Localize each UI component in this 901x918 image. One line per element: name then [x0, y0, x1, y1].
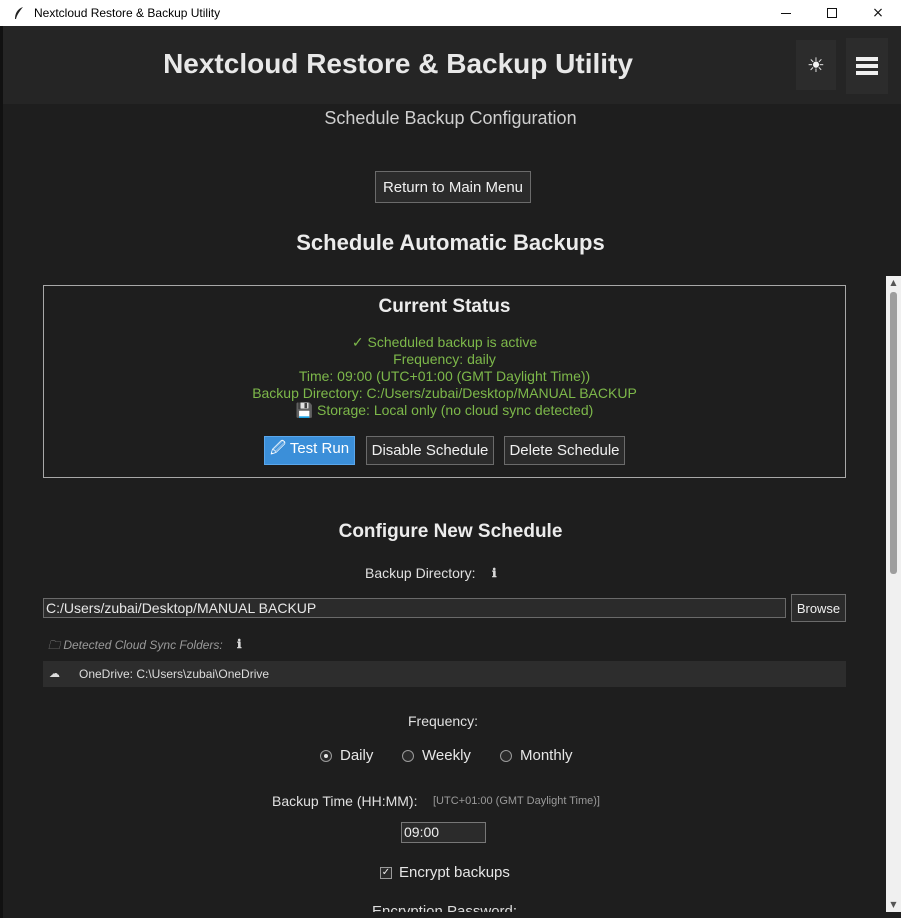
scrollbar-thumb[interactable] — [890, 292, 897, 574]
frequency-weekly-radio[interactable]: Weekly — [402, 747, 471, 764]
minimize-button[interactable] — [763, 0, 809, 26]
status-directory: Backup Directory: C:/Users/zubai/Desktop… — [252, 385, 637, 401]
checkmark-icon: ✓ — [380, 866, 392, 879]
scroll-down-icon[interactable]: ▼ — [886, 898, 901, 912]
close-button[interactable]: × — [855, 0, 901, 26]
status-frequency: Frequency: daily — [393, 351, 496, 367]
frequency-daily-radio[interactable]: Daily — [320, 747, 373, 764]
cloud-icon: ☁ — [49, 667, 60, 680]
scroll-up-icon[interactable]: ▲ — [886, 276, 901, 290]
sun-icon: ☀ — [807, 53, 825, 77]
app-header: Nextcloud Restore & Backup Utility ☀ — [3, 26, 901, 104]
cloud-folder-item[interactable]: ☁ OneDrive: C:\Users\zubai\OneDrive — [43, 661, 846, 687]
current-status-panel: Current Status ✓ Scheduled backup is act… — [43, 285, 846, 478]
return-main-menu-button[interactable]: Return to Main Menu — [375, 171, 531, 203]
status-time: Time: 09:00 (UTC+01:00 (GMT Daylight Tim… — [298, 368, 591, 384]
cloud-folders-label: 🗀 Detected Cloud Sync Folders: — [48, 638, 223, 652]
timezone-note: [UTC+01:00 (GMT Daylight Time)] — [433, 795, 600, 807]
hamburger-icon — [856, 54, 878, 78]
radio-label: Daily — [340, 747, 374, 764]
theme-toggle-button[interactable]: ☀ — [796, 40, 836, 90]
info-icon[interactable]: ℹ — [492, 566, 497, 580]
backup-time-input[interactable]: 09:00 — [401, 822, 486, 843]
status-title: Current Status — [378, 296, 511, 317]
status-active: ✓ Scheduled backup is active — [351, 334, 538, 350]
radio-icon — [402, 749, 414, 762]
menu-button[interactable] — [846, 38, 888, 94]
page-subtitle: Schedule Backup Configuration — [324, 108, 577, 128]
backup-directory-input[interactable]: C:/Users/zubai/Desktop/MANUAL BACKUP — [43, 598, 786, 618]
configure-schedule-title: Configure New Schedule — [338, 521, 563, 542]
maximize-button[interactable] — [809, 0, 855, 26]
status-storage: 💾 Storage: Local only (no cloud sync det… — [295, 402, 594, 418]
disable-schedule-button[interactable]: Disable Schedule — [366, 436, 494, 465]
cloud-folder-path: OneDrive: C:\Users\zubai\OneDrive — [79, 667, 270, 681]
maximize-icon — [827, 8, 837, 18]
feather-icon — [12, 6, 26, 20]
app-title: Nextcloud Restore & Backup Utility — [163, 48, 633, 79]
backup-time-label: Backup Time (HH:MM): — [272, 793, 418, 809]
encrypt-label: Encrypt backups — [399, 864, 510, 881]
window-title: Nextcloud Restore & Backup Utility — [34, 6, 221, 20]
encryption-password-label: Encryption Password: — [372, 903, 518, 912]
browse-button[interactable]: Browse — [791, 594, 846, 622]
window-titlebar: Nextcloud Restore & Backup Utility × — [0, 0, 901, 26]
radio-label: Monthly — [520, 747, 573, 764]
frequency-label: Frequency: — [408, 713, 479, 729]
frequency-monthly-radio[interactable]: Monthly — [500, 747, 573, 764]
window-edge — [0, 26, 3, 918]
vertical-scrollbar[interactable]: ▲ ▼ — [886, 276, 901, 912]
minimize-icon — [781, 12, 791, 14]
delete-schedule-button[interactable]: Delete Schedule — [504, 436, 625, 465]
cloud-info-icon[interactable]: ℹ — [237, 637, 242, 651]
radio-icon — [500, 749, 512, 762]
backup-directory-label: Backup Directory: — [365, 565, 476, 581]
radio-label: Weekly — [422, 747, 471, 764]
test-run-button[interactable]: 🖉 Test Run — [264, 436, 355, 465]
encrypt-backups-checkbox[interactable]: ✓ Encrypt backups — [380, 864, 510, 881]
radio-selected-icon — [320, 749, 332, 762]
section-title: Schedule Automatic Backups — [296, 230, 605, 255]
close-icon: × — [872, 5, 884, 21]
